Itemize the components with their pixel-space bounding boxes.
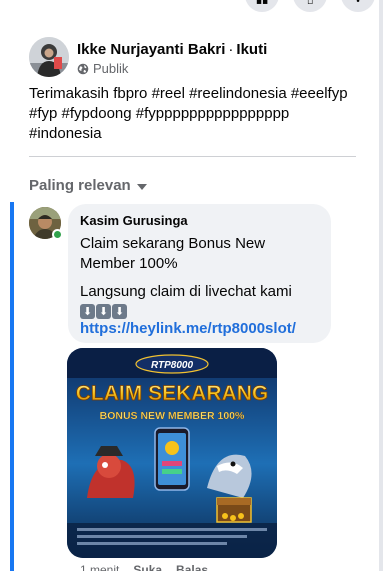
like-action-icon[interactable]: ▪▪ — [245, 0, 279, 12]
reply-comment-button[interactable]: Balas — [176, 563, 208, 571]
promo-banner-image: RTP8000 CLAIM SEKARANG BONUS NEW MEMBER … — [67, 348, 277, 558]
comment-focus-bar — [10, 202, 14, 571]
author-name[interactable]: Ikke Nurjayanti Bakri — [77, 41, 225, 58]
comment-bubble: Kasim Gurusinga Claim sekarang Bonus New… — [68, 204, 331, 343]
down-arrow-icon: ⬇ — [96, 304, 111, 319]
down-arrow-icon: ⬇ — [80, 304, 95, 319]
post-header: Ikke Nurjayanti Bakri · Ikuti Publik — [29, 37, 267, 77]
comment-attached-image[interactable]: RTP8000 CLAIM SEKARANG BONUS NEW MEMBER … — [67, 348, 277, 558]
privacy-indicator[interactable]: Publik — [77, 61, 267, 76]
promo-subheadline: BONUS NEW MEMBER 100% — [100, 410, 245, 422]
comment-time[interactable]: 1 menit — [80, 563, 119, 571]
share-action-glyph: • — [355, 0, 361, 7]
globe-icon — [77, 63, 89, 75]
post-caption: Terimakasih fbpro #reel #reelindonesia #… — [29, 84, 369, 144]
like-comment-button[interactable]: Suka — [133, 563, 162, 571]
author-avatar-image — [29, 37, 69, 77]
comment-action-icon[interactable]: ▫ — [293, 0, 327, 12]
hashtag-link[interactable]: #reel — [152, 85, 185, 102]
promo-logo-text: RTP8000 — [151, 360, 194, 371]
commenter-name[interactable]: Kasim Gurusinga — [80, 212, 319, 229]
follow-button[interactable]: Ikuti — [236, 41, 267, 58]
arrow-emojis: ⬇ ⬇ ⬇ — [80, 304, 319, 319]
like-action-glyph: ▪▪ — [255, 0, 269, 7]
commenter-avatar[interactable] — [29, 207, 63, 240]
promo-headline: CLAIM SEKARANG — [76, 382, 269, 405]
hashtag-link[interactable]: #fypdoong — [62, 105, 132, 122]
hashtag-link[interactable]: #fypppppppppppppppp — [136, 105, 290, 122]
post-caption-text: Terimakasih fbpro — [29, 85, 152, 102]
comment-actions: 1 menit Suka Balas — [80, 563, 208, 571]
author-line: Ikke Nurjayanti Bakri · Ikuti — [77, 40, 267, 59]
comment-line-2: Langsung claim di livechat kami — [80, 283, 292, 300]
down-arrow-icon: ⬇ — [112, 304, 127, 319]
comment-line-1: Claim sekarang Bonus New Member 100% — [80, 235, 266, 272]
share-action-icon[interactable]: • — [341, 0, 375, 12]
comment-link[interactable]: https://heylink.me/rtp8000slot/ — [80, 319, 319, 339]
separator-dot: · — [228, 41, 234, 58]
comment-action-glyph: ▫ — [306, 0, 314, 7]
hashtag-link[interactable]: #fyp — [29, 105, 57, 122]
hashtag-link[interactable]: #eeelfyp — [291, 85, 348, 102]
section-divider — [29, 156, 356, 157]
hashtag-link[interactable]: #reelindonesia — [189, 85, 287, 102]
author-avatar[interactable] — [29, 37, 69, 77]
post-top-actions: ▪▪ ▫ • — [245, 0, 383, 12]
comment-sort-dropdown[interactable]: Paling relevan — [29, 177, 147, 194]
comment-body: Claim sekarang Bonus New Member 100% Lan… — [80, 234, 319, 339]
privacy-label: Publik — [93, 61, 129, 76]
online-status-dot — [52, 229, 63, 240]
comment-sort-label: Paling relevan — [29, 177, 131, 194]
caret-down-icon — [136, 183, 147, 190]
hashtag-link[interactable]: #indonesia — [29, 125, 102, 142]
scrollbar-track[interactable] — [379, 0, 383, 571]
